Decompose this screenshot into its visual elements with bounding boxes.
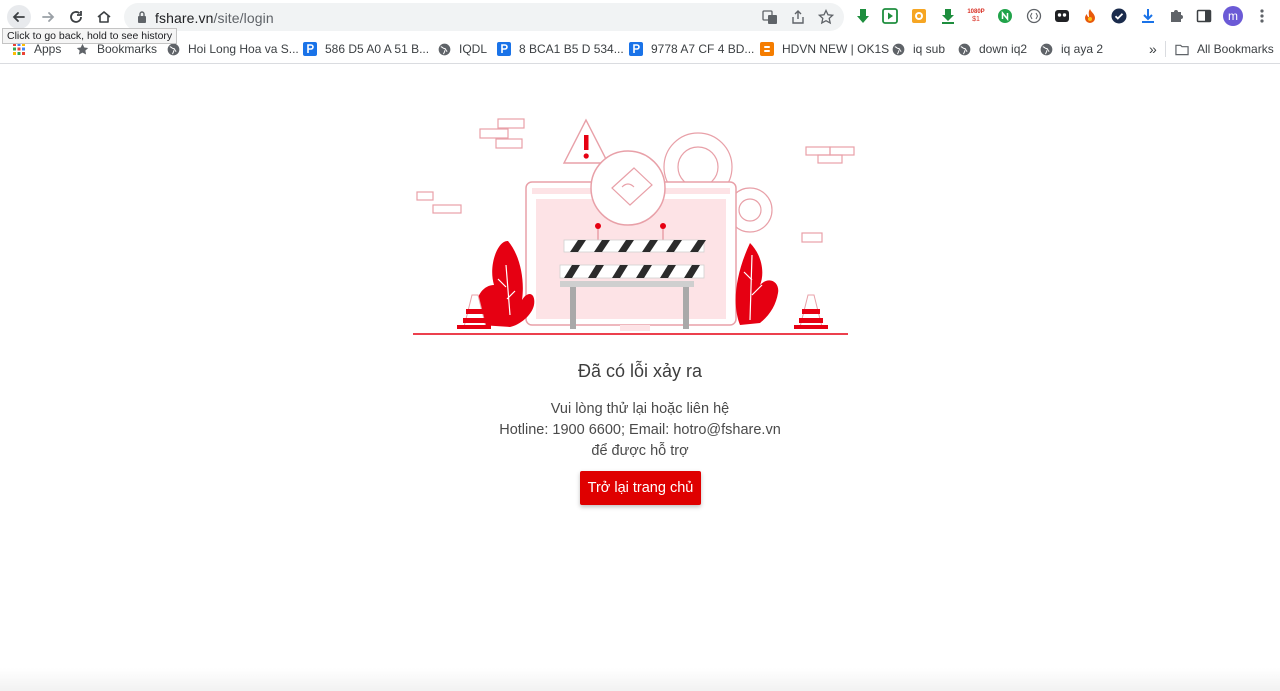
bookmark-9778a7[interactable]: 9778 A7 CF 4 BD... — [629, 41, 754, 57]
p-blue-icon — [303, 42, 317, 56]
address-bar[interactable]: fshare.vn/site/login — [124, 3, 844, 31]
bookmarks-overflow-button[interactable]: » — [1149, 41, 1157, 57]
1080p-icon[interactable]: 1080P $1 — [967, 8, 985, 24]
page-bottom-shadow — [0, 668, 1280, 691]
1080p-badge-text: 1080P — [967, 8, 985, 15]
bookmark-hoi-long-hoa[interactable]: Hoi Long Hoa va S... — [166, 41, 299, 57]
globe-icon — [1039, 42, 1053, 56]
arrow-left-icon — [12, 12, 25, 22]
check-shield-icon[interactable] — [1111, 8, 1127, 24]
forward-button[interactable] — [36, 5, 60, 29]
p-blue-icon — [497, 42, 511, 56]
bookmark-label: 586 D5 A0 A 51 B... — [325, 42, 430, 56]
n-green-icon[interactable] — [997, 8, 1013, 24]
bookmark-down-iq2[interactable]: down iq2 — [957, 41, 1027, 57]
bookmarks-divider — [1165, 41, 1166, 57]
reload-button[interactable] — [64, 5, 88, 29]
bookmark-label: iq aya 2 — [1061, 42, 1104, 56]
globe-icon — [957, 42, 971, 56]
palette-circle-icon — [590, 150, 666, 226]
bookmark-label: Hoi Long Hoa va S... — [188, 42, 299, 56]
translate-icon[interactable] — [762, 9, 778, 25]
apps-grid-icon — [12, 42, 26, 56]
lock-icon — [136, 10, 148, 29]
blogger-icon — [760, 42, 774, 56]
bookmark-label: Bookmarks — [97, 42, 158, 56]
page-content: Đã có lỗi xảy ra Vui lòng thử lại hoặc l… — [0, 65, 1280, 691]
arrow-right-icon — [42, 12, 55, 22]
error-message-line-1: Vui lòng thử lại hoặc liên hệ — [550, 401, 730, 417]
home-button[interactable] — [92, 5, 116, 29]
avatar-letter: m — [1228, 9, 1238, 23]
folder-icon — [1175, 42, 1189, 56]
error-message-hotline: Hotline: 1900 6600; Email: hotro@fshare.… — [499, 422, 781, 438]
browser-toolbar: fshare.vn/site/login 1080P $1 m — [0, 0, 1280, 34]
mask-icon[interactable] — [1054, 8, 1070, 24]
box-orange-icon[interactable] — [911, 8, 927, 24]
download-blue-icon[interactable] — [1140, 8, 1156, 24]
bookmark-label: HDVN NEW | OK1S — [782, 42, 890, 56]
bookmark-label: Apps — [34, 42, 62, 56]
bookmark-label: 8 BCA1 B5 D 534... — [519, 42, 624, 56]
puzzle-icon[interactable] — [1168, 8, 1184, 24]
back-to-home-button[interactable]: Trở lại trang chủ — [580, 471, 701, 505]
download-green-icon[interactable] — [855, 8, 871, 24]
globe-icon — [437, 42, 451, 56]
globe-icon — [891, 42, 905, 56]
kebab-menu-icon[interactable] — [1254, 8, 1270, 24]
all-bookmarks-label: All Bookmarks — [1197, 42, 1274, 56]
under-construction-illustration — [413, 118, 855, 335]
bookmark-8bca1[interactable]: 8 BCA1 B5 D 534... — [497, 41, 624, 57]
bookmark-hdvn[interactable]: HDVN NEW | OK1S — [760, 41, 889, 57]
globe-icon — [166, 42, 180, 56]
fire-icon[interactable] — [1082, 8, 1098, 24]
warning-triangle-icon — [562, 118, 610, 164]
bookmark-star-icon[interactable] — [818, 9, 834, 25]
bookmark-586d5[interactable]: 586 D5 A0 A 51 B... — [303, 41, 429, 57]
circle-outline-icon[interactable] — [1026, 8, 1042, 24]
all-bookmarks-folder[interactable]: All Bookmarks — [1175, 41, 1274, 57]
bookmarks-bar: Apps Bookmarks Hoi Long Hoa va S... 586 … — [0, 34, 1280, 64]
bookmark-iq-aya-2[interactable]: iq aya 2 — [1039, 41, 1103, 57]
back-button[interactable] — [7, 5, 31, 29]
traffic-cone-right — [794, 294, 828, 329]
bookmark-label: down iq2 — [979, 42, 1028, 56]
error-title: Đã có lỗi xảy ra — [577, 361, 703, 381]
reload-icon — [70, 11, 82, 23]
p-blue-icon — [629, 42, 643, 56]
back-button-tooltip: Click to go back, hold to see history — [2, 28, 178, 44]
bookmark-label: iq sub — [913, 42, 946, 56]
error-message-line-3: để được hỗ trợ — [591, 443, 689, 459]
url-path: /site/login — [213, 10, 274, 26]
url-text: fshare.vn/site/login — [155, 10, 274, 26]
download-green-2-icon[interactable] — [940, 8, 956, 24]
play-green-icon[interactable] — [882, 8, 898, 24]
bookmark-iq-sub[interactable]: iq sub — [891, 41, 945, 57]
share-icon[interactable] — [790, 9, 806, 25]
url-host: fshare.vn — [155, 10, 214, 26]
profile-avatar[interactable]: m — [1223, 6, 1243, 26]
bookmark-iqdl[interactable]: IQDL — [437, 41, 487, 57]
bookmark-label: 9778 A7 CF 4 BD... — [651, 42, 755, 56]
red-plant-right — [735, 243, 779, 325]
home-icon — [97, 11, 111, 23]
side-panel-icon[interactable] — [1196, 8, 1212, 24]
bookmark-label: IQDL — [459, 42, 488, 56]
dollar-glyph: $1 — [972, 15, 980, 23]
star-icon — [75, 42, 89, 56]
